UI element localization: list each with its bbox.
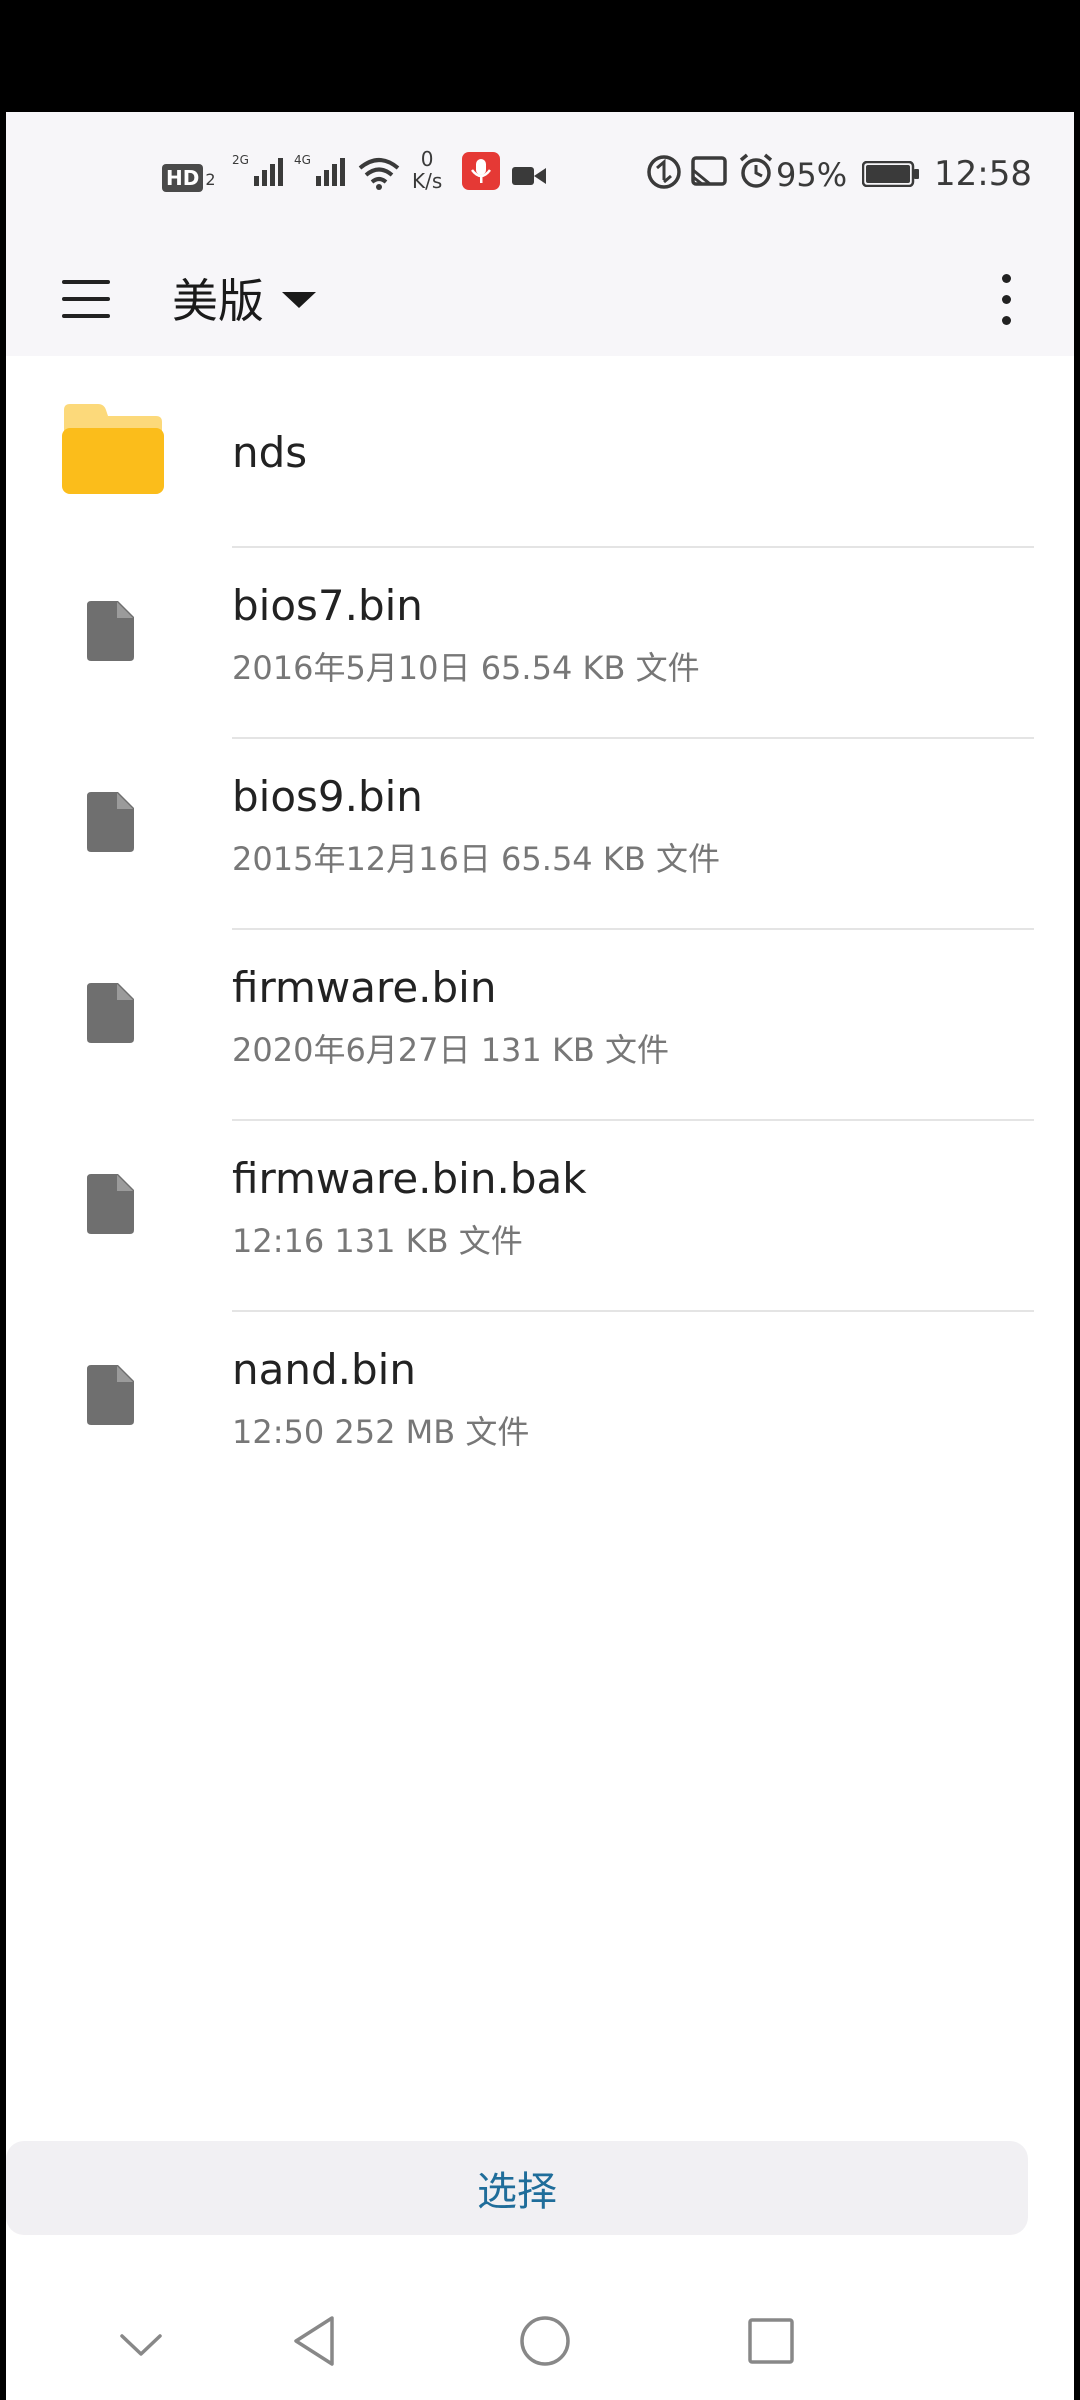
signal-icon: 4G [294,152,352,196]
folder-icon [62,404,164,494]
folder-dropdown[interactable]: 美版 [172,266,316,330]
alarm-icon [738,152,774,198]
list-item-file[interactable]: bios9.bin 2015年12月16日 65.54 KB 文件 [6,738,1074,928]
file-name: firmware.bin [232,963,497,1012]
file-meta: 2020年6月27日 131 KB 文件 [232,1031,670,1069]
cast-icon [690,154,728,198]
file-icon [87,1174,134,1234]
file-meta: 2016年5月10日 65.54 KB 文件 [232,649,700,687]
select-button-label: 选择 [477,2169,557,2215]
file-icon [87,983,134,1043]
hd-icon: HD 2 [162,158,216,193]
file-meta: 2015年12月16日 65.54 KB 文件 [232,840,720,878]
video-icon [512,160,546,195]
wifi-icon [358,156,400,198]
screen: HD 2 2G 4G 0 K/s 95% 12:58 美版 nds bios7.… [6,112,1074,2400]
list-item-file[interactable]: firmware.bin.bak 12:16 131 KB 文件 [6,1120,1074,1310]
file-icon [87,792,134,852]
file-name: nds [232,428,308,477]
file-icon [87,1365,134,1425]
page-title: 美版 [172,274,264,328]
list-item-folder-nds[interactable]: nds [6,356,1074,546]
network-speed: 0 K/s [412,147,443,193]
hamburger-menu-icon[interactable] [58,276,114,322]
status-bar: HD 2 2G 4G 0 K/s 95% 12:58 [6,112,1074,242]
file-name: nand.bin [232,1345,416,1394]
list-item-file[interactable]: firmware.bin 2020年6月27日 131 KB 文件 [6,929,1074,1119]
navigation-bar [6,2292,1074,2400]
sync-icon [646,154,682,198]
svg-text:2G: 2G [232,153,249,167]
file-name: bios7.bin [232,581,423,630]
app-bar: 美版 [6,242,1074,356]
more-vert-icon[interactable] [994,270,1018,330]
file-meta: 12:50 252 MB 文件 [232,1413,530,1451]
battery-percent: 95% [776,156,848,194]
battery-icon [861,160,920,195]
file-meta: 12:16 131 KB 文件 [232,1222,523,1260]
list-item-file[interactable]: bios7.bin 2016年5月10日 65.54 KB 文件 [6,547,1074,737]
select-button[interactable]: 选择 [6,2141,1028,2235]
recents-icon[interactable] [746,2316,796,2366]
file-icon [87,601,134,661]
signal-icon: 2G [232,152,290,196]
collapse-chevron-icon[interactable] [118,2330,164,2360]
back-icon[interactable] [290,2314,338,2368]
list-item-file[interactable]: nand.bin 12:50 252 MB 文件 [6,1311,1074,1501]
svg-text:4G: 4G [294,153,311,167]
home-icon[interactable] [518,2314,572,2368]
clock: 12:58 [934,154,1032,194]
file-name: firmware.bin.bak [232,1154,587,1203]
file-name: bios9.bin [232,772,423,821]
mic-icon [462,152,500,190]
caret-down-icon [282,292,316,308]
